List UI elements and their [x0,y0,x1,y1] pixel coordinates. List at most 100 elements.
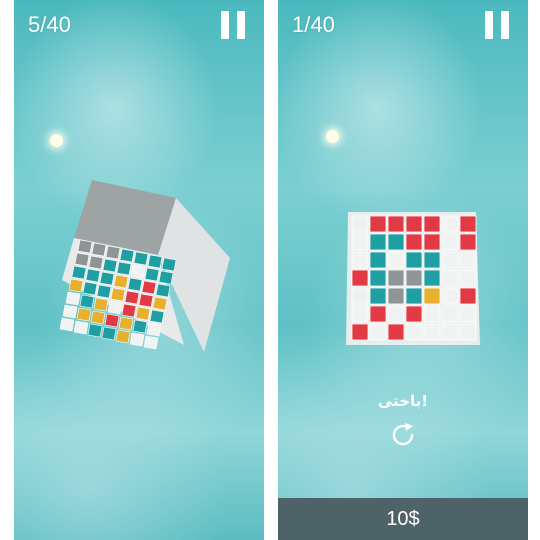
cube-tile[interactable] [459,323,477,341]
cube-tile[interactable] [149,309,165,324]
cube-tile[interactable] [423,251,441,269]
cube-tile[interactable] [141,280,157,295]
cube-tile[interactable] [158,270,174,285]
cube-tile[interactable] [459,269,477,287]
cube-tile[interactable] [405,269,423,287]
cube-tile[interactable] [79,294,95,309]
cube-tile[interactable] [77,239,93,254]
cube-tile[interactable] [115,329,131,344]
cube-tile[interactable] [405,323,423,341]
cube-tile[interactable] [76,307,92,322]
minesweeper-cube-revealed[interactable] [340,200,490,350]
cube-tile[interactable] [405,287,423,305]
cube-tile[interactable] [441,269,459,287]
cube-tile[interactable] [91,242,107,257]
cube-tile[interactable] [99,271,115,286]
cube-tile[interactable] [104,313,120,328]
cube-tile[interactable] [110,287,126,302]
cube-tile[interactable] [93,297,109,312]
cube-tile[interactable] [387,215,405,233]
cube-tile[interactable] [88,255,104,270]
cube-tile[interactable] [387,233,405,251]
cube-tile[interactable] [62,304,78,319]
cube-tile[interactable] [351,305,369,323]
cube-tile[interactable] [82,281,98,296]
cube-tile[interactable] [441,215,459,233]
cube-tile[interactable] [71,265,87,280]
cube-tile[interactable] [124,290,140,305]
cube-tile[interactable] [113,274,129,289]
cube-tile[interactable] [107,300,123,315]
cube-tile[interactable] [130,264,146,279]
pause-button[interactable] [220,11,246,39]
cube-tile[interactable] [405,305,423,323]
cube-tile[interactable] [423,287,441,305]
cube-tile[interactable] [369,287,387,305]
cube-tile[interactable] [155,283,171,298]
cube-tile[interactable] [351,269,369,287]
cube-tile[interactable] [459,215,477,233]
cube-tile[interactable] [96,284,112,299]
cube-tile[interactable] [105,245,121,260]
cube-tile[interactable] [405,251,423,269]
cube-tile[interactable] [129,332,145,347]
cube-tile[interactable] [118,316,134,331]
cube-tile[interactable] [369,323,387,341]
cube-tile[interactable] [387,323,405,341]
cube-tile[interactable] [369,233,387,251]
cube-tile[interactable] [441,251,459,269]
cube-tile[interactable] [351,323,369,341]
cube-tile[interactable] [85,268,101,283]
cube-tile[interactable] [459,233,477,251]
cube-tile[interactable] [102,258,118,273]
cube-tile[interactable] [351,215,369,233]
cube-tile[interactable] [423,215,441,233]
cube-tile[interactable] [132,319,148,334]
continue-price-button[interactable]: 10$ [278,498,528,540]
cube-tile[interactable] [423,305,441,323]
cube-tile[interactable] [405,215,423,233]
cube-tile[interactable] [87,323,103,338]
cube-tile[interactable] [65,291,81,306]
minesweeper-cube[interactable] [34,170,254,365]
cube-tile[interactable] [161,257,177,272]
cube-tile[interactable] [143,335,159,350]
cube-tile[interactable] [90,310,106,325]
cube-tile[interactable] [423,233,441,251]
pause-button[interactable] [484,11,510,39]
cube-tile[interactable] [441,323,459,341]
cube-tile[interactable] [459,305,477,323]
cube-tile[interactable] [369,269,387,287]
cube-tile[interactable] [387,251,405,269]
cube-tile[interactable] [119,248,135,263]
cube-tile[interactable] [405,233,423,251]
cube-tile[interactable] [441,233,459,251]
cube-tile[interactable] [351,251,369,269]
cube-tile[interactable] [127,277,143,292]
cube-tile[interactable] [351,233,369,251]
cube-tile[interactable] [146,322,162,337]
cube-tile[interactable] [387,269,405,287]
cube-tile[interactable] [387,305,405,323]
cube-tile[interactable] [459,287,477,305]
cube-tile[interactable] [441,287,459,305]
cube-tile[interactable] [369,215,387,233]
cube-tile[interactable] [147,254,163,269]
cube-tile[interactable] [74,252,90,267]
cube-tile[interactable] [423,323,441,341]
cube-tile[interactable] [121,303,137,318]
cube-tile[interactable] [138,293,154,308]
cube-tile[interactable] [59,317,75,332]
cube-tile[interactable] [116,261,132,276]
cube-tile[interactable] [144,267,160,282]
cube-tile[interactable] [351,287,369,305]
cube-tile[interactable] [369,305,387,323]
cube-tile[interactable] [369,251,387,269]
cube-tile[interactable] [459,251,477,269]
cube-tile[interactable] [68,278,84,293]
cube-tile[interactable] [152,296,168,311]
cube-tile[interactable] [387,287,405,305]
cube-tile[interactable] [101,326,117,341]
cube-tile[interactable] [441,305,459,323]
cube-tile[interactable] [73,320,89,335]
